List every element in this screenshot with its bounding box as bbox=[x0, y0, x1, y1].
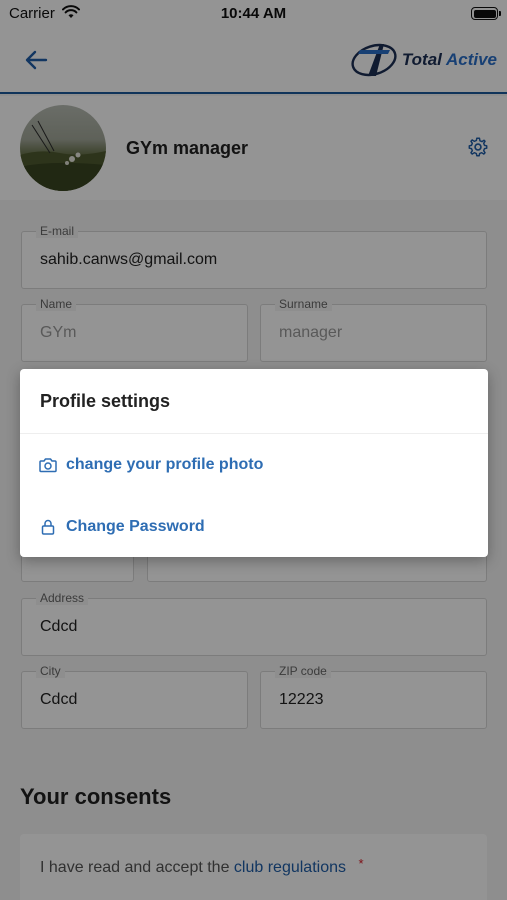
change-password-option[interactable]: Change Password bbox=[38, 505, 470, 549]
change-photo-label: change your profile photo bbox=[66, 456, 264, 473]
dialog-title: Profile settings bbox=[40, 391, 171, 411]
profile-settings-dialog: Profile settings change your profile pho… bbox=[20, 369, 488, 557]
change-photo-option[interactable]: change your profile photo bbox=[38, 443, 470, 487]
change-password-label: Change Password bbox=[66, 518, 205, 535]
lock-icon bbox=[38, 517, 58, 537]
dialog-divider bbox=[20, 433, 488, 434]
camera-icon bbox=[38, 455, 58, 475]
